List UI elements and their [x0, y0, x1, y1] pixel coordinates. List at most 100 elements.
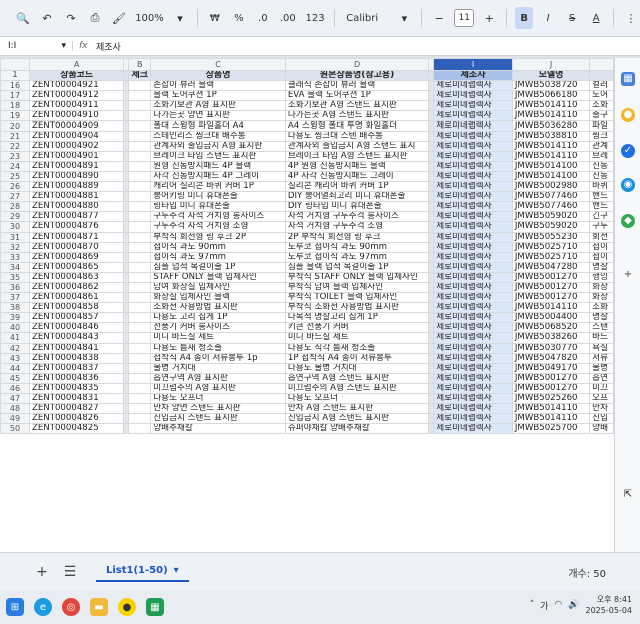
strikethrough-button[interactable]: S	[563, 7, 581, 29]
cell-check[interactable]	[128, 261, 152, 273]
cell-category[interactable]: 물병	[589, 362, 614, 374]
cell-model-name[interactable]: JMWB5068520	[511, 322, 591, 334]
cell-manufacturer[interactable]: 제로미네랩렉사	[433, 312, 513, 324]
cell-category[interactable]: 핸드	[589, 191, 614, 203]
text-color-button[interactable]: A	[587, 7, 605, 29]
cell-check[interactable]	[128, 302, 152, 314]
header-cell-original-name[interactable]: 원본상품명(참고용)	[284, 69, 430, 82]
row-number[interactable]: 29	[0, 211, 30, 223]
cell-original-name[interactable]: 4P 사각 진동방지패드 그레이	[284, 170, 430, 183]
cell-category[interactable]: 소화	[589, 100, 614, 112]
cell-product-name[interactable]: 손잡이 뷰러 블랙	[150, 80, 286, 92]
contacts-icon[interactable]: ◉	[621, 178, 635, 192]
font-select[interactable]: Calibri	[343, 7, 389, 29]
row-number[interactable]: 44	[0, 362, 30, 374]
wifi-icon[interactable]: ◠	[554, 600, 562, 610]
column-header-c[interactable]: C	[150, 58, 286, 71]
cell-category[interactable]: 구두	[589, 221, 614, 233]
cell-check[interactable]	[128, 423, 152, 435]
cell-check[interactable]	[128, 140, 152, 152]
row-number[interactable]: 32	[0, 241, 30, 253]
cell-category[interactable]: 진동	[589, 170, 614, 183]
cell-product-code[interactable]: ZENT00004902	[28, 140, 125, 152]
cell-product-name[interactable]: 접착식 A4 종이 서류봉투 1p	[150, 352, 286, 364]
redo-icon[interactable]: ↷	[62, 7, 80, 29]
cell-category[interactable]: 욕실	[589, 342, 614, 354]
cell-original-name[interactable]: DIY 붕어열쇠고리 미니 휴대폰줄	[284, 191, 430, 203]
cell-product-code[interactable]: ZENT00004857	[28, 312, 125, 324]
cell-check[interactable]	[128, 292, 152, 304]
cell-manufacturer[interactable]: 제로미네랩렉사	[433, 241, 513, 253]
row-number[interactable]: 43	[0, 352, 30, 364]
keep-icon[interactable]: ●	[621, 108, 635, 122]
header-cell-product-name[interactable]: 상품명	[150, 69, 286, 82]
row-number[interactable]: 48	[0, 403, 30, 415]
chevron-down-icon[interactable]: ▾	[395, 7, 413, 29]
cell-category[interactable]: 긴구	[589, 211, 614, 223]
font-size-input[interactable]: 11	[454, 9, 475, 27]
cell-manufacturer[interactable]: 제로미네랩렉사	[433, 352, 513, 364]
cell-original-name[interactable]: 자석 거치형 구두주걱 롱사이즈	[284, 211, 430, 223]
cell-category[interactable]: 파일	[589, 120, 614, 132]
cell-check[interactable]	[128, 211, 152, 223]
font-size-decrease-button[interactable]: −	[430, 7, 448, 29]
cell-original-name[interactable]: 미니 바느질 세트	[284, 332, 430, 344]
cell-product-name[interactable]: 브레이크 타임 스탠드 표지판	[150, 150, 286, 162]
cell-original-name[interactable]: DIY 링타입 미니 휴대폰줄	[284, 201, 430, 213]
cell-product-code[interactable]: ZENT00004862	[28, 281, 125, 294]
decrease-decimal-button[interactable]: .0	[254, 7, 272, 29]
row-number[interactable]: 38	[0, 302, 30, 314]
cell-model-name[interactable]: JMWB5014100	[511, 170, 591, 183]
cell-model-name[interactable]: JMWB5002980	[511, 181, 591, 193]
edge-icon[interactable]: e	[34, 598, 52, 616]
cell-product-name[interactable]: 심플 넙적 목걸이줄 1P	[150, 261, 286, 273]
header-cell-product-code[interactable]: 상품코드	[28, 69, 125, 82]
sheet-tab-list1[interactable]: List1(1-50) ▾	[96, 561, 189, 582]
cell-product-name[interactable]: 접이식 과도 97mm	[150, 251, 286, 263]
column-header-a[interactable]: A	[28, 58, 125, 71]
cell-product-name[interactable]: 원형 진동방지패드 4P 블랙	[150, 160, 286, 172]
cell-check[interactable]	[128, 271, 152, 283]
cell-product-name[interactable]: STAFF ONLY 블랙 입체사인	[150, 271, 286, 283]
cell-model-name[interactable]: JMWB5036280	[511, 120, 591, 132]
cell-product-name[interactable]: 소화기보관 A형 표지판	[150, 100, 286, 112]
cell-model-name[interactable]: JMWB5001270	[511, 281, 591, 294]
cell-original-name[interactable]: 키큰 선풍기 커버	[284, 322, 430, 334]
cell-model-name[interactable]: JMWB5077460	[511, 201, 591, 213]
cell-check[interactable]	[128, 382, 152, 395]
cell-category[interactable]: 출구	[589, 110, 614, 122]
cell-manufacturer[interactable]: 제로미네랩렉사	[433, 423, 513, 435]
cell-check[interactable]	[128, 160, 152, 172]
cell-category[interactable]: 화장	[589, 292, 614, 304]
cell-product-name[interactable]: 다용도 고리 집게 1P	[150, 312, 286, 324]
cell-model-name[interactable]: JMWB5014110	[511, 403, 591, 415]
cell-model-name[interactable]: JMWB5004400	[511, 312, 591, 324]
row-number[interactable]: 49	[0, 413, 30, 425]
cell-manufacturer[interactable]: 제로미네랩렉사	[433, 392, 513, 405]
cell-original-name[interactable]: 흡연구역 A형 스탠드 표지판	[284, 372, 430, 384]
cell-original-name[interactable]: 실리콘 캐리어 바퀴 커버 1P	[284, 181, 430, 193]
cell-category[interactable]: 진입	[589, 413, 614, 425]
print-icon[interactable]: ⎙	[86, 7, 104, 29]
cell-category[interactable]: 화장	[589, 281, 614, 294]
cell-model-name[interactable]: JMWB5014110	[511, 150, 591, 162]
cell-product-name[interactable]: 남여 화장실 입체사인	[150, 281, 286, 294]
cell-product-code[interactable]: ZENT00004891	[28, 160, 125, 172]
row-number[interactable]: 27	[0, 191, 30, 203]
cell-product-name[interactable]: 화장실 입체사인 블랙	[150, 292, 286, 304]
cell-manufacturer[interactable]: 제로미네랩렉사	[433, 302, 513, 314]
cell-product-code[interactable]: ZENT00004911	[28, 100, 125, 112]
row-number[interactable]: 30	[0, 221, 30, 233]
cell-model-name[interactable]: JMWB5001270	[511, 382, 591, 395]
row-number[interactable]: 47	[0, 392, 30, 405]
cell-check[interactable]	[128, 352, 152, 364]
cell-product-code[interactable]: ZENT00004871	[28, 231, 125, 243]
header-cell-next[interactable]	[589, 69, 614, 82]
cell-category[interactable]: 브레	[589, 150, 614, 162]
cell-product-name[interactable]: 접이식 과도 90mm	[150, 241, 286, 253]
kakaotalk-icon[interactable]: ●	[118, 598, 136, 616]
cell-manufacturer[interactable]: 제로미네랩렉사	[433, 201, 513, 213]
cell-manufacturer[interactable]: 제로미네랩렉사	[433, 150, 513, 162]
cell-check[interactable]	[128, 80, 152, 92]
chrome-icon[interactable]: ◎	[62, 598, 80, 616]
